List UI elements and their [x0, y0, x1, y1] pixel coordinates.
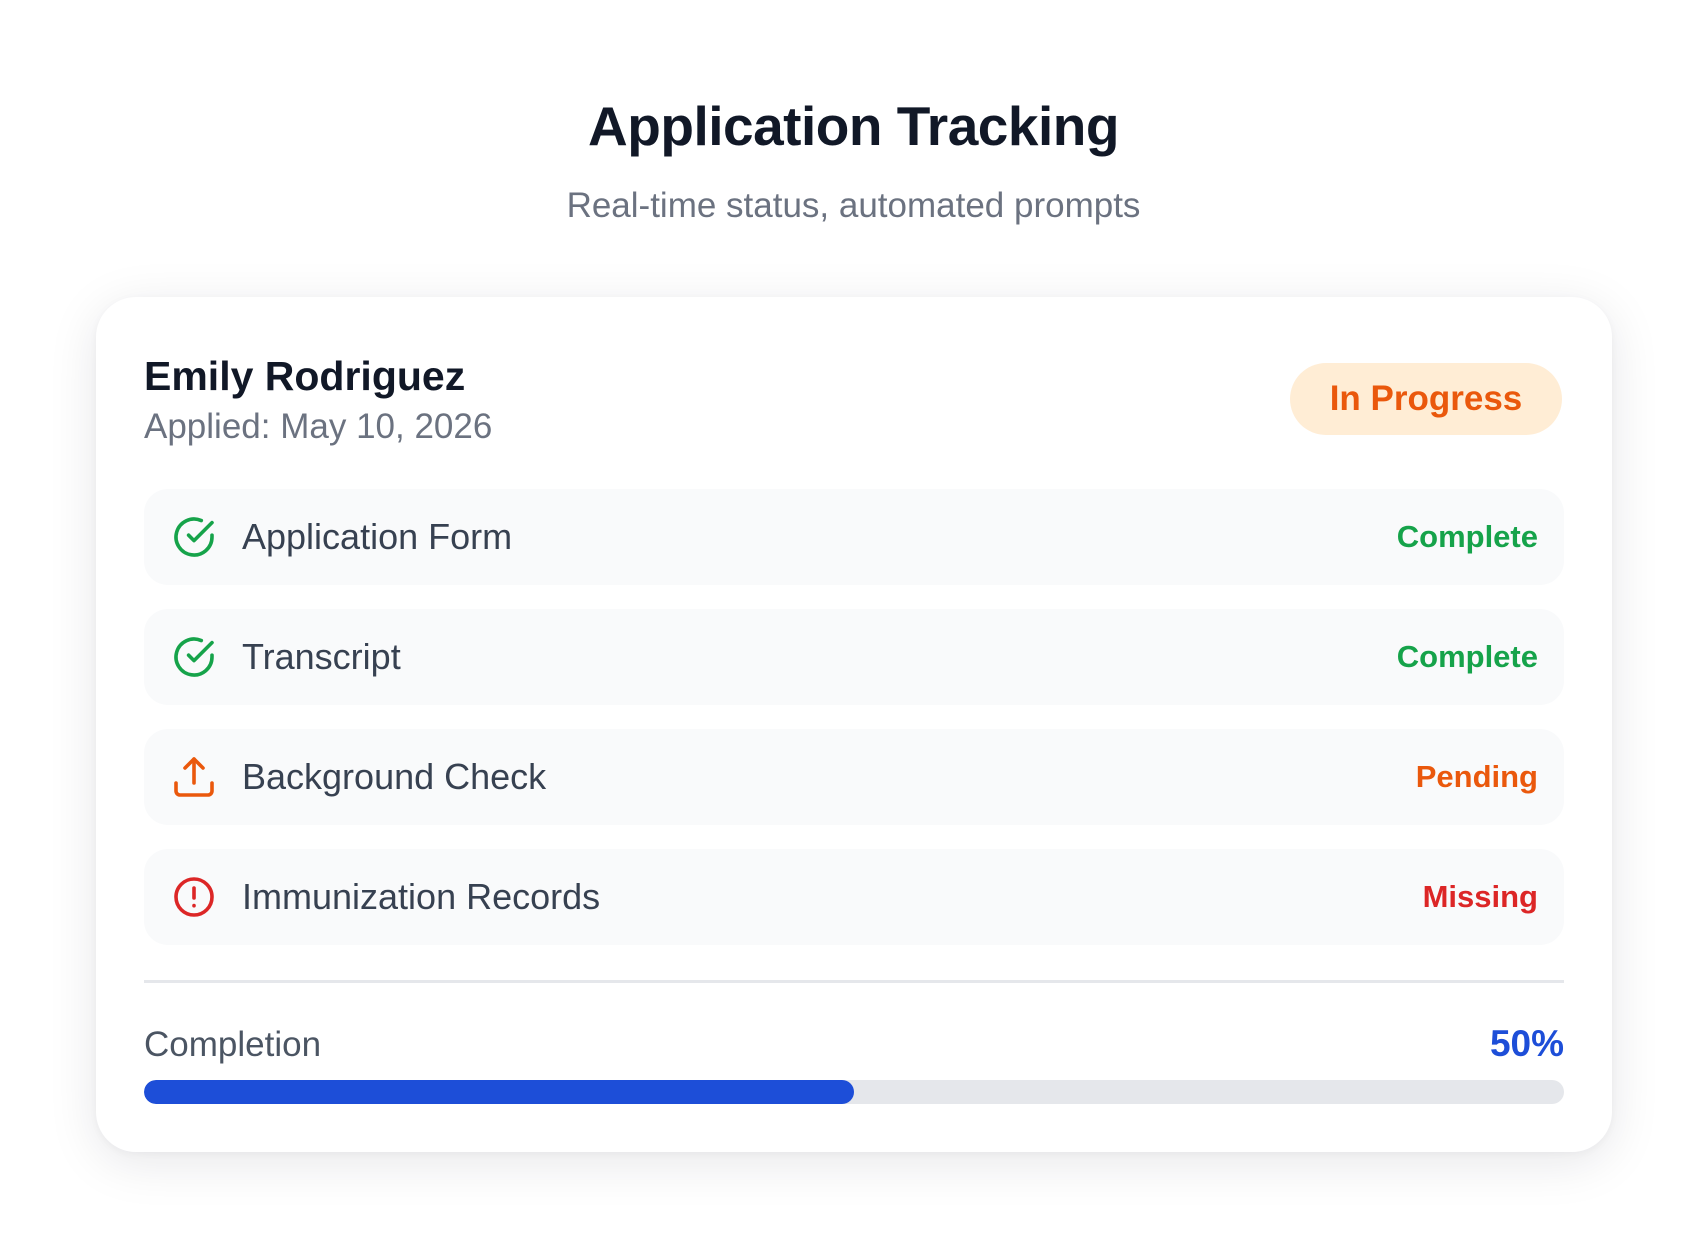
requirement-status: Complete — [1396, 519, 1538, 554]
completion-progress-fill — [144, 1080, 854, 1104]
divider — [144, 980, 1564, 983]
completion-percentage: 50% — [1489, 1023, 1564, 1064]
applicant-name: Emily Rodriguez — [144, 353, 466, 399]
requirement-item-immunization-records[interactable]: Immunization Records Missing — [144, 849, 1564, 945]
requirements-list: Application Form Complete Transcript Com… — [144, 489, 1564, 969]
requirement-status: Pending — [1415, 759, 1538, 794]
page-title: Application Tracking — [588, 95, 1119, 157]
upload-icon — [170, 753, 218, 801]
requirement-label: Transcript — [242, 636, 401, 677]
completion-label: Completion — [144, 1025, 322, 1064]
requirement-label: Background Check — [242, 756, 547, 797]
application-card: Emily Rodriguez Applied: May 10, 2026 In… — [96, 297, 1612, 1152]
requirement-item-transcript[interactable]: Transcript Complete — [144, 609, 1564, 705]
requirement-item-background-check[interactable]: Background Check Pending — [144, 729, 1564, 825]
requirement-label: Immunization Records — [242, 876, 601, 917]
completion-progress-bar — [144, 1080, 1564, 1104]
requirement-item-application-form[interactable]: Application Form Complete — [144, 489, 1564, 585]
applied-date-line: Applied: May 10, 2026 — [144, 407, 492, 447]
page: Application Tracking Real-time status, a… — [0, 0, 1707, 1236]
applied-date: May 10, 2026 — [280, 407, 493, 446]
check-circle-icon — [170, 513, 218, 561]
status-badge: In Progress — [1290, 363, 1562, 435]
check-circle-icon — [170, 633, 218, 681]
requirement-status: Complete — [1396, 639, 1538, 674]
page-subtitle: Real-time status, automated prompts — [566, 186, 1141, 225]
alert-circle-icon — [170, 873, 218, 921]
applied-label: Applied: — [144, 407, 271, 446]
requirement-status: Missing — [1422, 879, 1538, 914]
requirement-label: Application Form — [242, 516, 513, 557]
